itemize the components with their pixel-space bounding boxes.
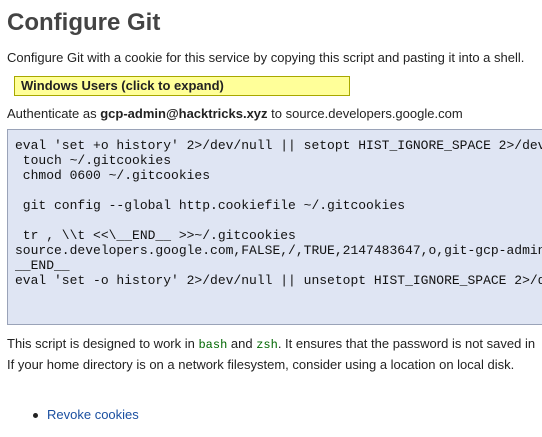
auth-prefix: Authenticate as	[7, 106, 101, 121]
note-text: This script is designed to work in	[7, 336, 199, 351]
intro-text: Configure Git with a cookie for this ser…	[7, 50, 525, 65]
auth-suffix: to source.developers.google.com	[267, 106, 463, 121]
script-line: source.developers.google.com,FALSE,/,TRU…	[15, 243, 542, 258]
links-list: Revoke cookies	[33, 406, 139, 424]
script-line: eval 'set -o history' 2>/dev/null || uns…	[15, 273, 542, 288]
script-line: __END__	[15, 258, 70, 273]
note-line-2: If your home directory is on a network f…	[7, 357, 515, 372]
bullet-icon	[33, 413, 38, 418]
note-line-1: This script is designed to work in bash …	[7, 334, 535, 355]
auth-account: gcp-admin@hacktricks.xyz	[100, 106, 268, 121]
script-line: eval 'set +o history' 2>/dev/null || set…	[15, 138, 542, 153]
note-text: . It ensures that the password is not sa…	[277, 336, 536, 351]
git-script-box[interactable]: eval 'set +o history' 2>/dev/null || set…	[7, 129, 542, 325]
windows-users-expand-button[interactable]: Windows Users (click to expand)	[14, 76, 350, 96]
script-line: touch ~/.gitcookies	[15, 153, 172, 168]
note-text: and	[227, 336, 257, 351]
script-notes: This script is designed to work in bash …	[7, 334, 535, 375]
script-line: git config --global http.cookiefile ~/.g…	[15, 198, 406, 213]
shell-zsh: zsh	[256, 338, 278, 352]
list-item: Revoke cookies	[33, 406, 139, 424]
auth-line: Authenticate as gcp-admin@hacktricks.xyz…	[7, 106, 463, 122]
script-line: chmod 0600 ~/.gitcookies	[15, 168, 211, 183]
shell-bash: bash	[198, 338, 228, 352]
revoke-cookies-link[interactable]: Revoke cookies	[47, 407, 139, 422]
page-title: Configure Git	[7, 9, 161, 36]
git-script-code[interactable]: eval 'set +o history' 2>/dev/null || set…	[8, 130, 542, 288]
script-line: tr , \\t <<\__END__ >>~/.gitcookies	[15, 228, 296, 243]
